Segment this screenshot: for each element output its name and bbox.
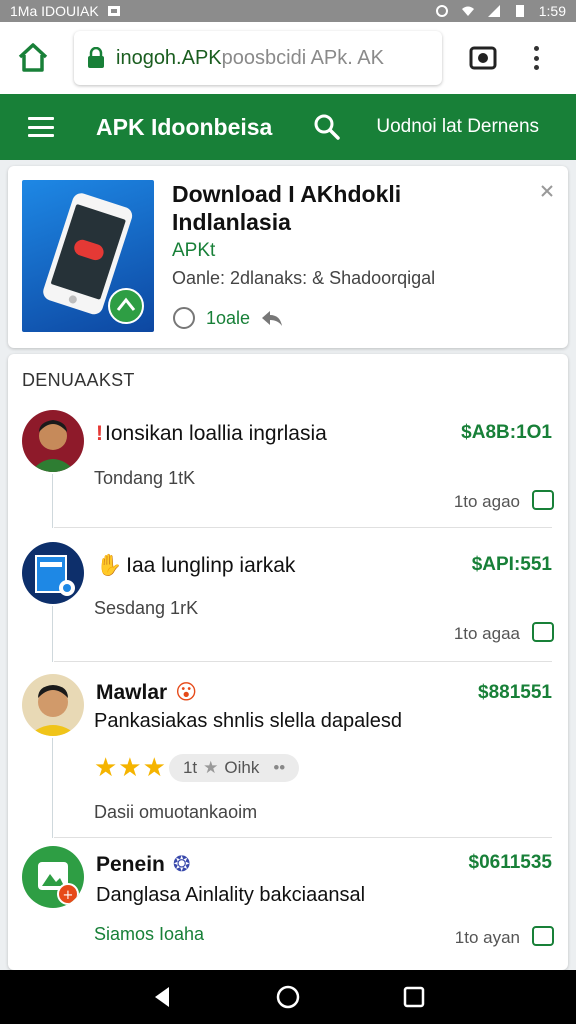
status-bar: 1Ma IDOUIAK 1:59 (0, 0, 576, 22)
menu-dot-icon (533, 46, 539, 51)
list-item[interactable]: Mawlar 😮 $881551 Pankasiakas shnlis slell… (8, 668, 568, 838)
hamburger-menu-icon[interactable] (28, 117, 54, 137)
avatar (22, 674, 84, 736)
rating-extra: Oihk (224, 757, 260, 777)
rating-row: ★★★ 1t ★ Oihk •• (94, 752, 300, 783)
item-downloads: Sesdang 1rK (94, 598, 199, 618)
item-description: Danglasa Ainlality bakciaansal (96, 884, 366, 906)
home-icon (18, 43, 48, 72)
tabs-button[interactable] (468, 43, 498, 73)
person-avatar-icon (30, 420, 76, 472)
item-name: ✋ Iaa lunglinp iarkak (96, 554, 296, 577)
wifi-icon (461, 6, 474, 16)
overflow-menu-button[interactable] (526, 42, 546, 74)
share-icon[interactable] (260, 308, 284, 328)
calendar-icon[interactable] (532, 926, 554, 946)
rating-count: 1t (182, 757, 198, 777)
featured-actions: 1oale (172, 306, 284, 330)
notification-icon (107, 6, 120, 16)
close-icon[interactable] (540, 184, 554, 198)
item-price: $A8B:1O1 (461, 422, 552, 443)
item-price: $881551 (478, 682, 552, 703)
menu-dot-icon (533, 55, 539, 61)
url-host: inogoh.APK (116, 46, 222, 69)
location-icon (435, 5, 448, 17)
pin-icon: ! (96, 422, 103, 445)
featured-subtitle: APKt (172, 240, 216, 261)
list-item[interactable]: ✋ Iaa lunglinp iarkak $API:551 Sesdang 1r… (8, 534, 568, 662)
emoji-icon: 😮 (175, 681, 198, 704)
item-footer: Dasii omuotankaoim (94, 802, 258, 822)
star-rating-icon: ★★★ (94, 752, 167, 782)
item-price: $0611535 (468, 852, 553, 873)
item-description: Pankasiakas shnlis slella dapalesd (94, 710, 402, 732)
home-nav-icon[interactable] (275, 984, 301, 1010)
phone-illustration-icon (43, 193, 144, 324)
item-footer-link[interactable]: Siamos Ioaha (94, 924, 204, 945)
home-button[interactable] (10, 35, 56, 81)
app-book-icon (35, 555, 75, 596)
image-app-icon: + (38, 862, 79, 905)
calendar-icon[interactable] (532, 622, 554, 642)
signal-icon (487, 5, 500, 17)
list-item[interactable]: !Ionsikan loallia ingrlasia $A8B:1O1 Ton… (8, 402, 568, 528)
item-name: Penein ❂ (96, 853, 191, 876)
site-title[interactable]: APK Idoonbeisa (96, 114, 272, 141)
item-name: !Ionsikan loallia ingrlasia (96, 422, 327, 445)
app-header: APK Idoonbeisa Uodnoi lat Dernens (0, 94, 576, 160)
badge-icon: ❂ (172, 853, 191, 876)
item-time: 1to agao (453, 492, 520, 511)
featured-app-card[interactable]: Download I AKhdokli Indlanlasia APKt Oan… (8, 166, 568, 348)
item-name: Mawlar 😮 (96, 681, 198, 704)
item-time: 1to ayan (454, 928, 520, 947)
status-carrier-text: 1Ma IDOUIAK (10, 3, 99, 19)
url-path: poosbcidi APk. AK (221, 46, 384, 69)
rating-pill[interactable]: 1t ★ Oihk •• (168, 753, 300, 782)
url-bar[interactable]: inogoh.APK poosbcidi APk. AK (74, 31, 442, 85)
item-downloads: Tondang 1tK (94, 468, 196, 488)
lock-icon (88, 47, 104, 68)
menu-dot-icon (533, 65, 539, 70)
system-nav-bar (0, 970, 576, 1024)
back-icon[interactable] (151, 985, 173, 1009)
avatar: + (22, 846, 84, 908)
recents-icon[interactable] (403, 986, 425, 1008)
item-price: $API:551 (471, 554, 552, 575)
person-avatar-icon (28, 685, 78, 736)
battery-icon (515, 5, 524, 17)
hand-emoji-icon: ✋ (96, 554, 123, 577)
header-link[interactable]: Uodnoi lat Dernens (376, 116, 539, 138)
list-item[interactable]: + Penein ❂ $0611535 Danglasa Ainlality ba… (8, 842, 568, 966)
app-thumbnail (22, 180, 154, 332)
comment-icon[interactable] (172, 306, 196, 330)
section-title: DENUAAKST (22, 370, 135, 390)
app-list-card: DENUAAKST !Ionsikan loallia ingrlasia $A… (8, 354, 568, 970)
featured-title: Download I AKhdokli Indlanlasia (172, 181, 402, 235)
more-dots-icon: •• (273, 757, 286, 777)
avatar (22, 410, 84, 472)
featured-action-label[interactable]: 1oale (206, 308, 250, 329)
calendar-icon[interactable] (532, 490, 554, 510)
item-time: 1to agaa (453, 624, 520, 643)
svg-text:+: + (63, 888, 74, 903)
status-time: 1:59 (538, 3, 566, 19)
star-icon: ★ (203, 757, 219, 777)
browser-toolbar: inogoh.APK poosbcidi APk. AK (0, 22, 576, 94)
avatar (22, 542, 84, 604)
featured-meta: Oanle: 2dlanaks: & Shadoorqigal (172, 268, 436, 288)
search-icon[interactable] (314, 114, 341, 140)
tabs-icon (469, 46, 497, 70)
